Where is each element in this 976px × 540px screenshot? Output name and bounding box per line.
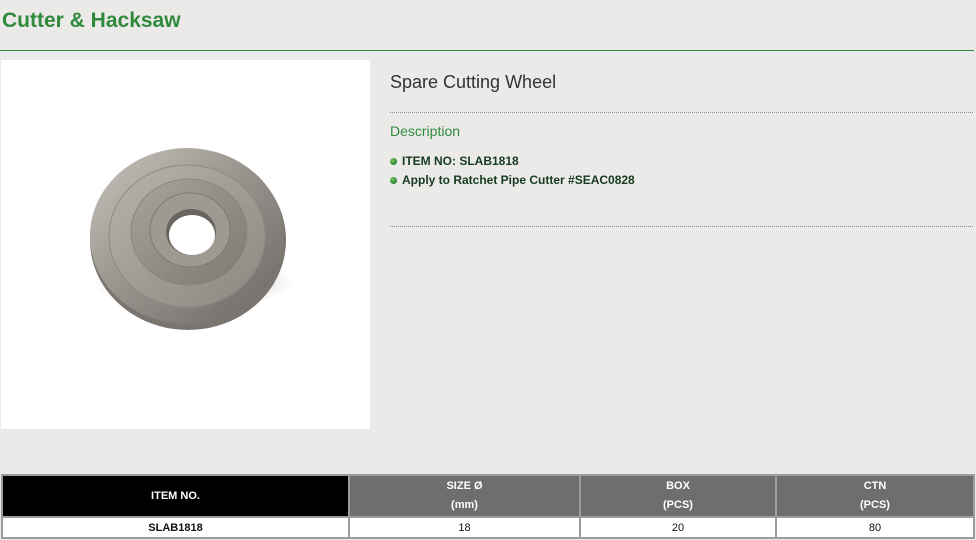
description-list: ITEM NO: SLAB1818 Apply to Ratchet Pipe … (390, 151, 635, 189)
cell-item-no: SLAB1818 (1, 516, 350, 539)
spec-table: ITEM NO. SIZE Ø (mm) BOX (PCS) CTN (PCS)… (1, 474, 975, 539)
product-image (1, 60, 370, 429)
header-box-unit: (PCS) (663, 499, 693, 511)
cell-ctn: 80 (775, 516, 975, 539)
bullet-icon (390, 158, 397, 165)
header-ctn: CTN (PCS) (775, 474, 975, 518)
table-header-row: ITEM NO. SIZE Ø (mm) BOX (PCS) CTN (PCS) (1, 474, 975, 518)
cell-size: 18 (348, 516, 581, 539)
header-ctn-label: CTN (863, 480, 887, 492)
header-ctn-unit: (PCS) (860, 499, 890, 511)
header-size-label: SIZE Ø (446, 480, 483, 492)
description-item: ITEM NO: SLAB1818 (390, 151, 635, 170)
page-title: Cutter & Hacksaw (2, 9, 181, 32)
divider (390, 112, 973, 113)
header-size: SIZE Ø (mm) (348, 474, 581, 518)
cutting-wheel-image (90, 148, 293, 330)
description-item-text: Apply to Ratchet Pipe Cutter #SEAC0828 (402, 172, 635, 187)
description-heading: Description (390, 123, 461, 139)
divider (390, 226, 973, 227)
header-size-unit: (mm) (451, 499, 478, 511)
title-divider (0, 50, 974, 51)
product-name: Spare Cutting Wheel (390, 72, 557, 92)
table-row: SLAB1818 18 20 80 (1, 516, 975, 539)
header-box: BOX (PCS) (579, 474, 777, 518)
header-item-no: ITEM NO. (1, 474, 350, 518)
description-item: Apply to Ratchet Pipe Cutter #SEAC0828 (390, 170, 635, 189)
header-box-label: BOX (666, 480, 690, 492)
description-item-text: ITEM NO: SLAB1818 (402, 153, 519, 168)
header-item-no-label: ITEM NO. (151, 489, 200, 502)
cell-box: 20 (579, 516, 777, 539)
bullet-icon (390, 177, 397, 184)
